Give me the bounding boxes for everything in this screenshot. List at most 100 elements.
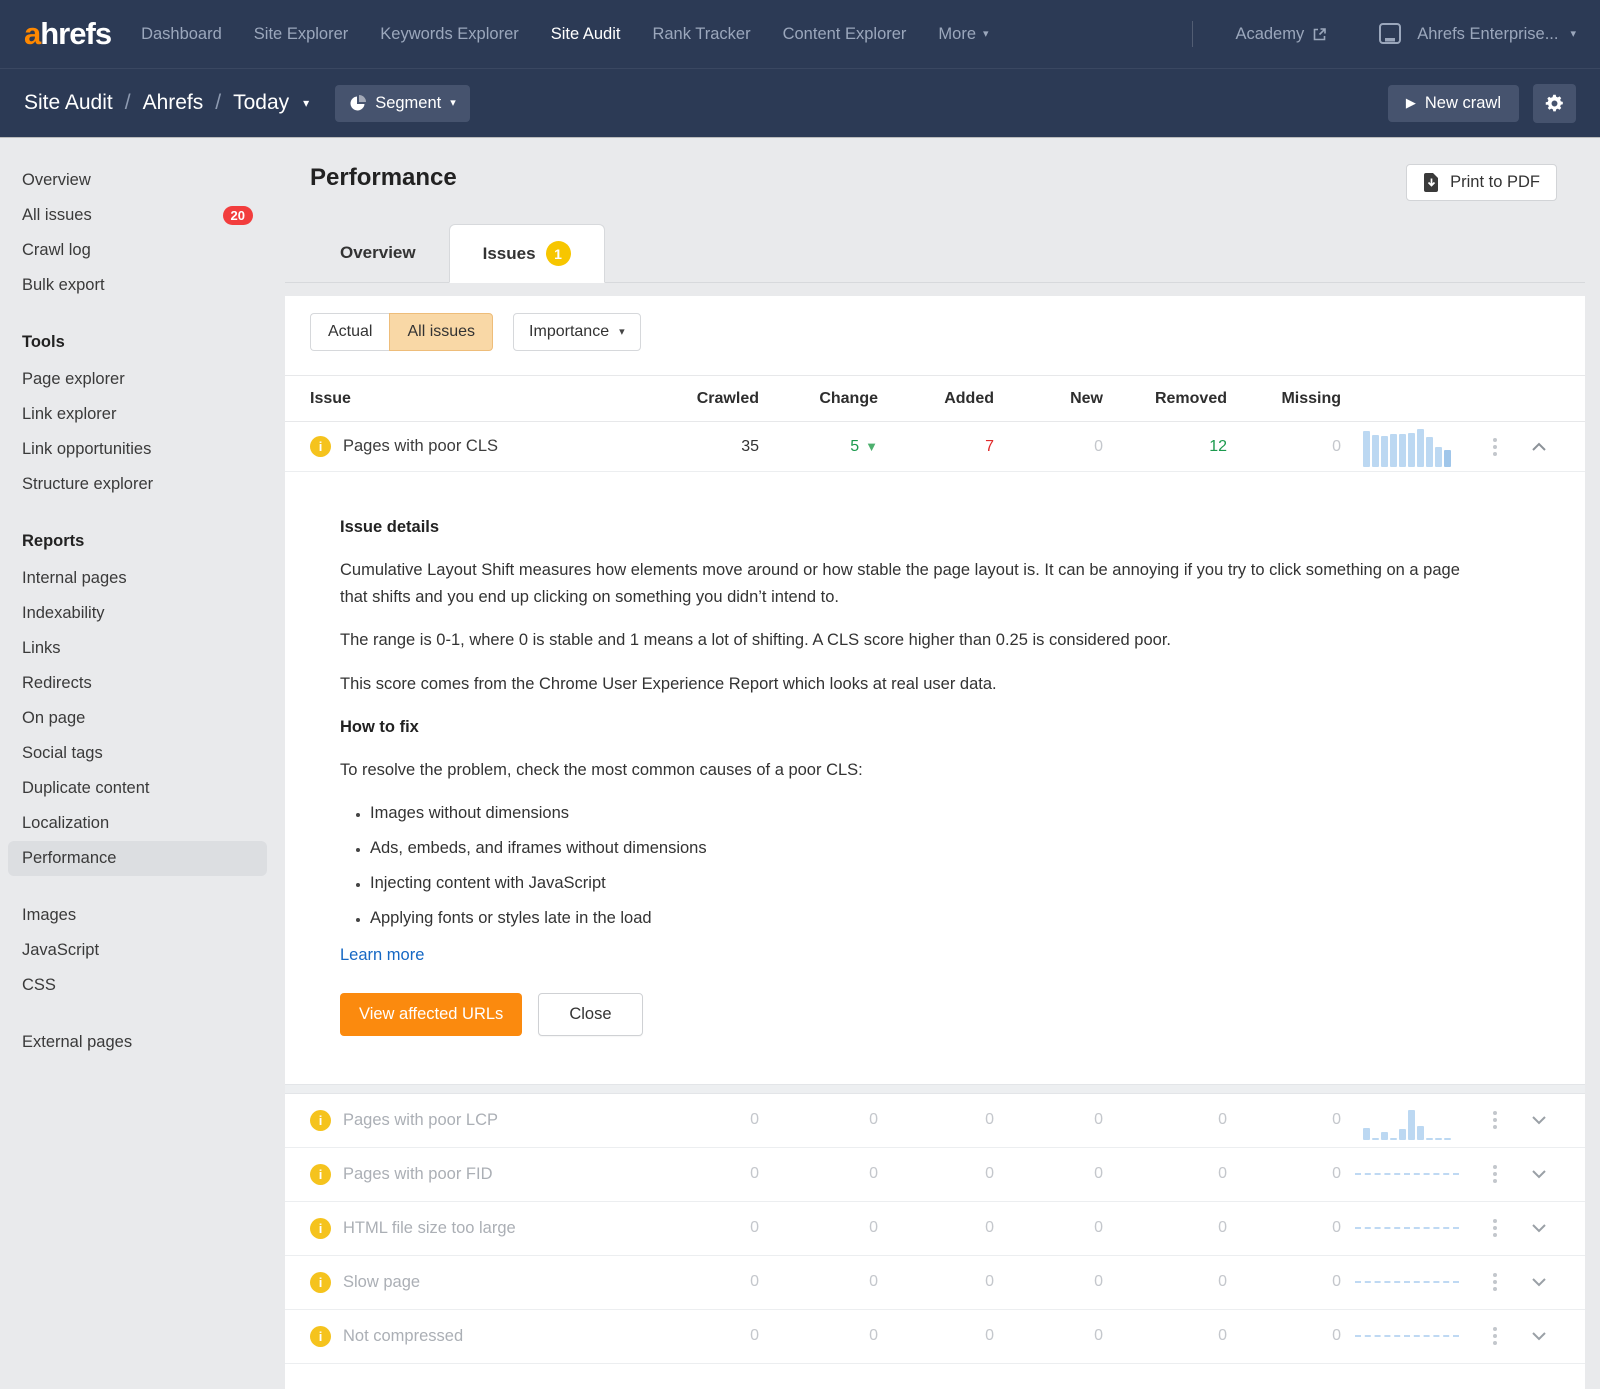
- table-row-slow-page[interactable]: i Slow page 0 0 0 0 0 0: [285, 1256, 1585, 1310]
- collapse-row-button[interactable]: [1532, 442, 1546, 451]
- info-icon[interactable]: i: [310, 1271, 331, 1293]
- issue-cell: i Slow page: [310, 1271, 671, 1293]
- tab-overview[interactable]: Overview: [307, 224, 449, 282]
- change-value: 0: [869, 1165, 878, 1183]
- new-crawl-button[interactable]: ▶ New crawl: [1387, 84, 1519, 122]
- sidebar-item-overview[interactable]: Overview: [8, 163, 267, 198]
- missing-value: 0: [1332, 1111, 1341, 1129]
- fix-cause-item: Injecting content with JavaScript: [370, 874, 1490, 893]
- settings-button[interactable]: [1533, 83, 1576, 123]
- nav-item-site-audit[interactable]: Site Audit: [551, 25, 621, 44]
- nav-item-site-explorer[interactable]: Site Explorer: [254, 25, 348, 44]
- table-row-html-file-size-too-large[interactable]: i HTML file size too large 0 0 0 0 0 0: [285, 1202, 1585, 1256]
- sidebar-item-javascript[interactable]: JavaScript: [8, 933, 267, 968]
- expand-row-button[interactable]: [1532, 1277, 1546, 1287]
- sidebar-item-page-explorer[interactable]: Page explorer: [8, 362, 267, 397]
- crawled-value: 0: [750, 1273, 759, 1291]
- table-row-pages-with-poor-fid[interactable]: i Pages with poor FID 0 0 0 0 0 0: [285, 1148, 1585, 1202]
- device-icon[interactable]: [1377, 22, 1403, 46]
- chevron-down-icon: ▾: [1570, 27, 1576, 40]
- expand-row-button[interactable]: [1532, 1115, 1546, 1125]
- tab-issues[interactable]: Issues 1: [448, 224, 605, 283]
- sidebar-item-on-page[interactable]: On page: [8, 701, 267, 736]
- issue-cell: i Pages with poor LCP: [310, 1109, 671, 1131]
- nav-item-dashboard[interactable]: Dashboard: [141, 25, 222, 44]
- sidebar-item-performance[interactable]: Performance: [8, 841, 267, 876]
- breadcrumb-separator: /: [124, 91, 131, 114]
- new-value: 0: [1094, 1165, 1103, 1183]
- detail-actions: View affected URLs Close: [340, 992, 1505, 1036]
- table-row-pages-with-poor-cls[interactable]: i Pages with poor CLS 35 5 ▼ 7 0 12 0: [285, 422, 1585, 472]
- sidebar-item-localization[interactable]: Localization: [8, 806, 267, 841]
- segment-label: Segment: [375, 93, 442, 112]
- nav-item-keywords-explorer[interactable]: Keywords Explorer: [380, 25, 518, 44]
- ahrefs-logo[interactable]: ahrefs: [24, 16, 112, 52]
- info-icon[interactable]: i: [310, 1325, 331, 1347]
- expand-row-button[interactable]: [1532, 1223, 1546, 1233]
- sidebar-item-label: All issues: [22, 206, 92, 224]
- importance-dropdown[interactable]: Importance ▾: [513, 313, 641, 351]
- sidebar-item-external-pages[interactable]: External pages: [8, 1025, 267, 1060]
- sidebar-item-link-explorer[interactable]: Link explorer: [8, 397, 267, 432]
- table-row-pages-with-poor-lcp[interactable]: i Pages with poor LCP 0 0 0 0 0 0: [285, 1094, 1585, 1148]
- top-nav: ahrefs Dashboard Site Explorer Keywords …: [0, 0, 1600, 68]
- row-menu-icon[interactable]: [1489, 1266, 1501, 1298]
- sidebar-item-duplicate-content[interactable]: Duplicate content: [8, 771, 267, 806]
- how-to-fix-intro: To resolve the problem, check the most c…: [340, 760, 863, 779]
- sidebar-item-redirects[interactable]: Redirects: [8, 666, 267, 701]
- missing-value: 0: [1332, 437, 1341, 455]
- account-name: Ahrefs Enterprise...: [1417, 24, 1559, 43]
- row-menu-icon[interactable]: [1489, 1320, 1501, 1352]
- close-button[interactable]: Close: [538, 992, 643, 1036]
- info-icon[interactable]: i: [310, 436, 331, 457]
- sidebar-item-css[interactable]: CSS: [8, 968, 267, 1003]
- filter-all-issues-button[interactable]: All issues: [389, 313, 494, 351]
- sidebar-item-all-issues[interactable]: All issues 20: [8, 198, 267, 233]
- breadcrumb-project[interactable]: Ahrefs: [143, 91, 204, 115]
- nav-item-rank-tracker[interactable]: Rank Tracker: [652, 25, 750, 44]
- content-layout: Overview All issues 20 Crawl log Bulk ex…: [0, 137, 1600, 1389]
- expand-row-button[interactable]: [1532, 1169, 1546, 1179]
- nav-item-content-explorer[interactable]: Content Explorer: [783, 25, 907, 44]
- crawled-value: 0: [750, 1219, 759, 1237]
- info-icon[interactable]: i: [310, 1163, 331, 1185]
- tab-label: Issues: [482, 243, 536, 263]
- row-menu-icon[interactable]: [1489, 431, 1501, 463]
- info-icon[interactable]: i: [310, 1217, 331, 1239]
- segment-button[interactable]: Segment ▾: [335, 84, 470, 122]
- change-value: 0: [869, 1111, 878, 1129]
- breadcrumb-site-audit[interactable]: Site Audit: [24, 91, 113, 115]
- sidebar-item-label: On page: [22, 709, 86, 727]
- account-menu[interactable]: Ahrefs Enterprise... ▾: [1417, 25, 1576, 44]
- divider: [1192, 21, 1194, 47]
- sidebar-item-label: Duplicate content: [22, 779, 150, 797]
- sidebar-item-links[interactable]: Links: [8, 631, 267, 666]
- academy-link[interactable]: Academy: [1235, 25, 1327, 44]
- learn-more-link[interactable]: Learn more: [340, 946, 424, 965]
- sidebar-item-crawl-log[interactable]: Crawl log: [8, 233, 267, 268]
- sidebar-item-structure-explorer[interactable]: Structure explorer: [8, 467, 267, 502]
- removed-value: 0: [1218, 1219, 1227, 1237]
- sidebar-item-social-tags[interactable]: Social tags: [8, 736, 267, 771]
- view-affected-urls-button[interactable]: View affected URLs: [340, 992, 523, 1036]
- removed-value: 0: [1218, 1111, 1227, 1129]
- main-content: Performance Print to PDF Overview Issues…: [285, 137, 1600, 1389]
- missing-value: 0: [1332, 1165, 1341, 1183]
- filter-actual-button[interactable]: Actual: [310, 313, 390, 351]
- row-menu-icon[interactable]: [1489, 1212, 1501, 1244]
- expand-row-button[interactable]: [1532, 1331, 1546, 1341]
- table-row-not-compressed[interactable]: i Not compressed 0 0 0 0 0 0: [285, 1310, 1585, 1364]
- sidebar-item-internal-pages[interactable]: Internal pages: [8, 561, 267, 596]
- sidebar-item-indexability[interactable]: Indexability: [8, 596, 267, 631]
- breadcrumb-date[interactable]: Today: [233, 91, 289, 115]
- chevron-down-icon[interactable]: ▾: [303, 96, 309, 110]
- sidebar-item-images[interactable]: Images: [8, 898, 267, 933]
- info-icon[interactable]: i: [310, 1109, 331, 1131]
- row-menu-icon[interactable]: [1489, 1104, 1501, 1136]
- history-sparkline-flat: [1355, 1281, 1459, 1284]
- print-to-pdf-button[interactable]: Print to PDF: [1406, 164, 1557, 201]
- nav-item-more[interactable]: More ▾: [938, 25, 988, 44]
- row-menu-icon[interactable]: [1489, 1158, 1501, 1190]
- sidebar-item-link-opportunities[interactable]: Link opportunities: [8, 432, 267, 467]
- sidebar-item-bulk-export[interactable]: Bulk export: [8, 268, 267, 303]
